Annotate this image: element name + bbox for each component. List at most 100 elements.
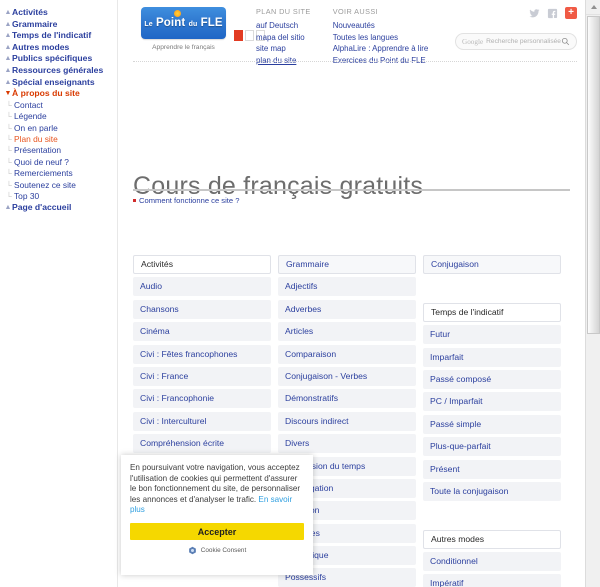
sidebar-item-label: Autres modes xyxy=(12,41,70,52)
vertical-scrollbar[interactable] xyxy=(585,0,600,587)
sidebar-item-2[interactable]: ▲ Temps de l'indicatif xyxy=(2,30,117,42)
nav-link-0-1[interactable]: mapa del sitio xyxy=(256,32,311,44)
sidebar-subitem-7[interactable]: └ Soutenez ce site xyxy=(2,180,117,191)
sidebar-item-0[interactable]: ▲ Activités xyxy=(2,7,117,19)
sidebar-subitem-1[interactable]: └ Légende xyxy=(2,111,117,122)
sidebar-item-6[interactable]: ▲ Spécial enseignants xyxy=(2,77,117,89)
column-header[interactable]: Temps de l'indicatif xyxy=(423,302,561,322)
list-item[interactable]: Civi : Fêtes francophones xyxy=(133,344,271,364)
sidebar-item-7[interactable]: ▼ À propos du site xyxy=(2,88,117,100)
sun-icon xyxy=(174,10,181,17)
tree-branch-icon: └ xyxy=(6,157,12,167)
logo-text: Le Point du FLE xyxy=(144,17,222,29)
twitter-icon[interactable] xyxy=(529,8,540,19)
list-item[interactable]: Audio xyxy=(133,277,271,297)
tree-branch-icon: └ xyxy=(6,180,12,190)
cookie-accept-button[interactable]: Accepter xyxy=(130,522,304,540)
chevron-up-icon: ▲ xyxy=(4,9,12,16)
flag-icon-2[interactable] xyxy=(245,30,254,41)
cookie-consent-hex-icon xyxy=(188,546,196,555)
sidebar-subitem-6[interactable]: └ Remerciements xyxy=(2,168,117,179)
cookie-consent-brand[interactable]: Cookie Consent xyxy=(130,546,304,555)
list-item[interactable]: Plus-que-parfait xyxy=(423,437,561,457)
logo-mid: du xyxy=(188,21,198,28)
sidebar-subitem-3[interactable]: └ Plan du site xyxy=(2,134,117,145)
column-header[interactable]: Conjugaison xyxy=(423,255,561,274)
sidebar-item-3[interactable]: ▲ Autres modes xyxy=(2,42,117,54)
how-it-works-label[interactable]: Comment fonctionne ce site ? xyxy=(139,196,239,205)
list-item[interactable]: Comparaison xyxy=(278,344,416,364)
column-header[interactable]: Grammaire xyxy=(278,255,416,274)
list-item[interactable]: Adjectifs xyxy=(278,277,416,297)
scroll-up-button[interactable] xyxy=(586,0,600,15)
sidebar-item-1[interactable]: ▲ Grammaire xyxy=(2,19,117,31)
share-plus-button[interactable]: + xyxy=(565,7,577,19)
scrollbar-thumb[interactable] xyxy=(587,16,600,334)
list-item[interactable]: Civi : Interculturel xyxy=(133,411,271,431)
list-item[interactable]: Cinéma xyxy=(133,322,271,342)
chevron-up-icon: ▲ xyxy=(4,32,12,40)
nav-column-1: VOIR AUSSI Nouveautés Toutes les langues Al… xyxy=(333,7,429,66)
list-item[interactable]: Présent xyxy=(423,459,561,479)
list-item[interactable]: Civi : France xyxy=(133,366,271,386)
list-item[interactable]: Compréhension écrite xyxy=(133,434,271,454)
sidebar-item-label: Temps de l'indicatif xyxy=(12,30,92,41)
site-header: Le Point du FLE Apprendre le français PL… xyxy=(119,0,585,65)
list-item[interactable]: Adverbes xyxy=(278,299,416,319)
sidebar-subitem-2[interactable]: └ On en parle xyxy=(2,123,117,134)
sidebar-subitem-4[interactable]: └ Présentation xyxy=(2,145,117,156)
chevron-up-icon: ▲ xyxy=(4,55,12,63)
list-item[interactable]: Discours indirect xyxy=(278,411,416,431)
page-root: ▲ Activités ▲ Grammaire ▲ Temps de l'indicati… xyxy=(0,0,600,587)
sidebar-top-list: ▲ Activités ▲ Grammaire ▲ Temps de l'indicati… xyxy=(2,7,117,100)
list-item[interactable]: Passé composé xyxy=(423,369,561,389)
how-it-works-link[interactable]: Comment fonctionne ce site ? xyxy=(133,196,239,205)
google-search-box[interactable]: Google Recherche personnalisée xyxy=(455,33,577,50)
list-item[interactable]: Impératif xyxy=(423,574,561,587)
chevron-up-icon: ▲ xyxy=(4,78,12,86)
sidebar-subitem-label: Quoi de neuf ? xyxy=(14,156,69,167)
nav-column-0: PLAN DU SITE auf Deutsch mapa del sitio sit… xyxy=(256,7,311,66)
nav-link-1-1[interactable]: Toutes les langues xyxy=(333,32,429,44)
list-item[interactable]: Démonstratifs xyxy=(278,389,416,409)
sidebar-item-home[interactable]: ▲ Page d'accueil xyxy=(2,202,117,214)
list-item[interactable]: Divers xyxy=(278,434,416,454)
nav-link-0-2[interactable]: site map xyxy=(256,43,311,55)
nav-link-0-0[interactable]: auf Deutsch xyxy=(256,20,311,32)
logo-prefix: Le xyxy=(144,21,153,28)
sidebar-subitem-5[interactable]: └ Quoi de neuf ? xyxy=(2,157,117,168)
list-item[interactable]: Conditionnel xyxy=(423,552,561,572)
nav-link-1-0[interactable]: Nouveautés xyxy=(333,20,429,32)
nav-link-1-2[interactable]: AlphaLire : Apprendre à lire xyxy=(333,43,429,55)
sidebar-item-5[interactable]: ▲ Ressources générales xyxy=(2,65,117,77)
sidebar-item-label: Ressources générales xyxy=(12,64,104,75)
list-item[interactable]: Futur xyxy=(423,325,561,345)
list-item[interactable]: Toute la conjugaison xyxy=(423,481,561,501)
search-icon[interactable] xyxy=(561,37,570,46)
list-item[interactable]: Articles xyxy=(278,322,416,342)
column-header[interactable]: Autres modes xyxy=(423,529,561,549)
sidebar-subitem-label: Légende xyxy=(14,111,47,122)
list-item[interactable]: Conjugaison - Verbes xyxy=(278,366,416,386)
list-item[interactable]: Chansons xyxy=(133,299,271,319)
list-item[interactable]: PC / Imparfait xyxy=(423,392,561,412)
list-item[interactable]: Civi : Francophonie xyxy=(133,389,271,409)
flag-icon-1[interactable] xyxy=(234,30,243,41)
sidebar-subitem-8[interactable]: └ Top 30 xyxy=(2,191,117,202)
sidebar-subitem-0[interactable]: └ Contact xyxy=(2,100,117,111)
tree-branch-icon: └ xyxy=(6,100,12,110)
chevron-up-icon: ▲ xyxy=(4,20,12,28)
list-item[interactable]: Passé simple xyxy=(423,414,561,434)
list-item[interactable]: Imparfait xyxy=(423,347,561,367)
sidebar-item-4[interactable]: ▲ Publics spécifiques xyxy=(2,53,117,65)
bullet-square-icon xyxy=(133,199,136,202)
column-header[interactable]: Activités xyxy=(133,255,271,274)
logo-word2: FLE xyxy=(200,17,223,29)
sidebar-subitem-label: On en parle xyxy=(14,122,58,133)
logo-badge[interactable]: Le Point du FLE xyxy=(141,7,226,39)
site-logo[interactable]: Le Point du FLE Apprendre le français xyxy=(141,7,226,51)
chevron-down-icon: ▼ xyxy=(4,90,12,98)
facebook-icon[interactable] xyxy=(547,8,558,19)
